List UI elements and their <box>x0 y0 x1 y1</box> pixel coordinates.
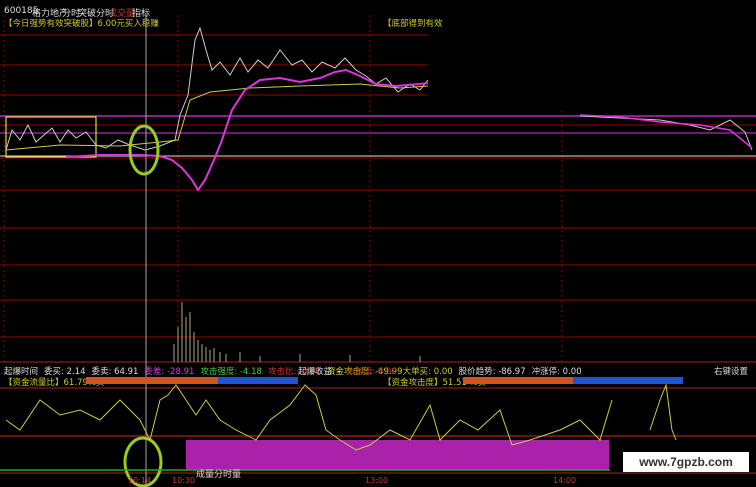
capital-oscillator-line <box>649 383 677 441</box>
right-click-settings[interactable]: 右键设置 <box>714 365 748 377</box>
attack-bar-buy <box>573 377 683 384</box>
time-tick: 14:00 <box>553 476 577 485</box>
legend-item: 起爆收益: - <box>298 367 341 377</box>
flow-ratio-bar-buy <box>218 377 298 384</box>
price-line <box>5 26 429 151</box>
legend-item: 委差: -28.91 <box>144 367 195 377</box>
top-right-signal-label: 【底部得到有效 <box>383 19 443 29</box>
flow-ratio-bar-sell <box>86 377 218 384</box>
legend-item: 冲涨停: 0.00 <box>531 367 582 377</box>
momentum-line <box>65 68 429 192</box>
time-tick: 10:14 <box>128 476 152 485</box>
top-left-signal-label: 【今日强势有效突破股】6.00元买入稳赚 <box>4 19 159 29</box>
time-tick: 10:30 <box>172 476 196 485</box>
volume-time-label: 成量分时量 <box>196 470 242 480</box>
breakout-box <box>5 116 97 158</box>
capital-flow-area <box>186 440 609 470</box>
momentum-line-tail <box>579 114 753 149</box>
legend-item: 攻击强度: -4.18 <box>200 367 262 377</box>
chart-canvas <box>0 15 756 487</box>
chart-blank-area <box>428 15 756 110</box>
site-watermark: www.7gpzb.com <box>623 452 749 472</box>
time-tick: 13:00 <box>365 476 389 485</box>
attack-bar-sell <box>463 377 573 384</box>
